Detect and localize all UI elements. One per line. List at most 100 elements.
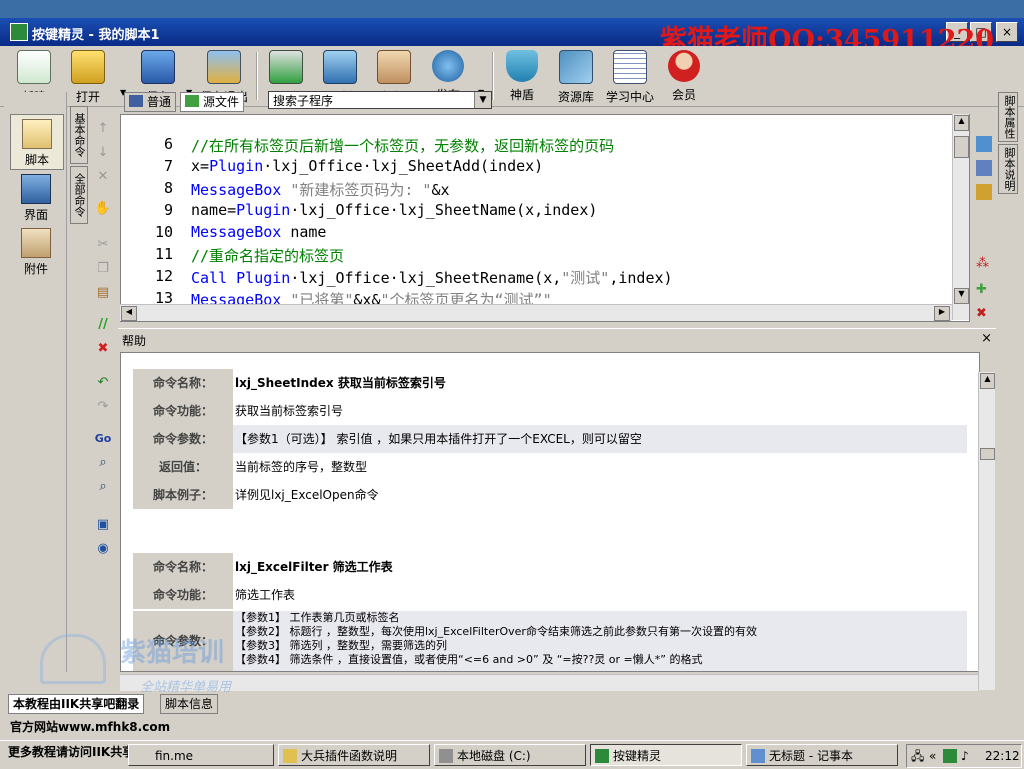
help-vertical-scrollbar[interactable]: ▲ — [978, 372, 995, 690]
source-view-icon — [185, 95, 199, 107]
add-icon[interactable]: ✚ — [976, 282, 987, 297]
tab-script-info[interactable]: 脚本信息 — [160, 694, 219, 714]
replace-icon[interactable]: ⌕ — [94, 478, 112, 496]
copy-icon[interactable]: ❐ — [94, 260, 112, 278]
cut-icon[interactable]: ✂ — [94, 236, 112, 254]
remove-icon[interactable]: ✖ — [976, 306, 987, 321]
line-number-gutter: 67891011121314 — [121, 115, 177, 321]
nav-script[interactable]: 脚本 — [10, 114, 64, 170]
subroutine-search-combo[interactable]: 搜索子程序 ▼ — [268, 91, 492, 109]
code-token: Plugin — [236, 201, 291, 219]
script-icon — [22, 119, 52, 149]
nav-attachment[interactable]: 附件 — [10, 224, 62, 278]
comment-icon[interactable]: // — [94, 316, 112, 334]
code-token: ·lxj_Office·lxj_SheetRename(x, — [290, 269, 562, 287]
task-item[interactable]: 无标题 - 记事本 — [746, 744, 898, 766]
code-line[interactable]: //在所有标签页后新增一个标签页，无参数，返回新标签的页码 — [191, 135, 614, 156]
clock[interactable]: 22:12 — [985, 745, 1020, 767]
tab-basic-commands[interactable]: 基本命令 — [70, 106, 88, 164]
close-button[interactable]: × — [996, 22, 1018, 42]
overlay-website-text: 官方网站www.mfhk8.com — [10, 720, 171, 734]
tab-script-description[interactable]: 脚本说明 — [998, 144, 1018, 194]
network-icon[interactable]: 🖧 — [911, 745, 924, 767]
tools-icon[interactable] — [976, 184, 992, 200]
scroll-up-arrow[interactable]: ▲ — [980, 373, 995, 389]
undo-icon[interactable]: ↶ — [94, 374, 112, 392]
find-icon[interactable]: ⌕ — [94, 454, 112, 472]
tab-all-commands[interactable]: 全部命令 — [70, 166, 88, 224]
code-line[interactable]: //重命名指定的标签页 — [191, 245, 344, 266]
code-token: MessageBox — [191, 223, 291, 241]
code-token: //在所有标签页后新增一个标签页，无参数，返回新标签的页码 — [191, 137, 615, 155]
task-item-active[interactable]: 按键精灵 — [590, 744, 742, 766]
help-row: 命令名称： lxj_ExcelFilter 筛选工作表 — [133, 553, 967, 581]
code-token: MessageBox — [191, 181, 291, 199]
code-token: "新建标签页码为: " — [290, 181, 432, 199]
scroll-right-arrow[interactable]: ▶ — [934, 306, 950, 321]
view-eye-icon[interactable]: ◉ — [94, 540, 112, 558]
variables-icon[interactable]: ⁂ — [976, 256, 989, 271]
code-line[interactable]: MessageBox name — [191, 223, 326, 241]
goto-icon[interactable]: Go — [94, 430, 112, 448]
line-number: 12 — [154, 267, 173, 285]
disk-icon — [439, 749, 453, 763]
code-line[interactable]: Call Plugin·lxj_Office·lxj_SheetRename(x… — [191, 267, 673, 288]
line-number: 10 — [154, 223, 173, 241]
left-navigation: 脚本 界面 附件 — [4, 92, 67, 672]
learning-center-icon — [613, 50, 647, 84]
code-line[interactable]: x=Plugin·lxj_Office·lxj_SheetAdd(index) — [191, 157, 543, 175]
scroll-thumb[interactable] — [980, 448, 995, 460]
code-token: ·lxj_Office·lxj_SheetName(x,index) — [290, 201, 598, 219]
code-line[interactable]: name=Plugin·lxj_Office·lxj_SheetName(x,i… — [191, 201, 597, 219]
panel-icon[interactable] — [976, 136, 992, 152]
code-line[interactable]: MessageBox "新建标签页码为: "&x — [191, 179, 450, 200]
redo-icon[interactable]: ↷ — [94, 398, 112, 416]
tab-source[interactable]: 源文件 — [180, 92, 245, 112]
open-button[interactable]: 打开 — [64, 50, 112, 106]
help-content: 命令名称： lxj_SheetIndex 获取当前标签索引号 命令功能： 获取当… — [120, 352, 980, 672]
code-token: //重命名指定的标签页 — [191, 247, 345, 265]
code-token: x= — [191, 157, 210, 175]
chevron-down-icon[interactable]: ▼ — [474, 92, 491, 108]
task-item[interactable]: fin.me — [128, 744, 274, 766]
grab-hand-icon — [377, 50, 411, 84]
code-token: Call — [191, 269, 237, 287]
save-exit-icon — [207, 50, 241, 84]
editor-vertical-scrollbar[interactable]: ▲ ▼ — [952, 114, 969, 320]
code-token: &x — [431, 181, 450, 199]
uncomment-icon[interactable]: ✖ — [94, 340, 112, 358]
hand-icon[interactable]: ✋ — [94, 200, 112, 218]
expand-tray-icon[interactable]: « — [929, 745, 936, 767]
shield-icon — [506, 50, 538, 82]
editor-horizontal-scrollbar[interactable]: ◀ ▶ — [120, 304, 952, 321]
scroll-thumb[interactable] — [954, 136, 969, 158]
list-icon[interactable] — [976, 160, 992, 176]
task-item[interactable]: 本地磁盘 (C:) — [434, 744, 586, 766]
scroll-down-arrow[interactable]: ▼ — [954, 288, 969, 304]
command-title: lxj_SheetIndex 获取当前标签索引号 — [235, 376, 446, 390]
folder-icon — [283, 749, 297, 763]
tab-script-properties[interactable]: 脚本属性 — [998, 92, 1018, 142]
properties-icon[interactable]: ▣ — [94, 516, 112, 534]
move-up-icon[interactable]: ↑ — [94, 120, 112, 138]
code-editor[interactable]: 67891011121314 //在所有标签页后新增一个标签页，无参数，返回新标… — [120, 114, 970, 322]
paste-icon[interactable]: ▤ — [94, 284, 112, 302]
nav-interface[interactable]: 界面 — [10, 170, 62, 224]
scroll-left-arrow[interactable]: ◀ — [121, 306, 137, 321]
scroll-up-arrow[interactable]: ▲ — [954, 115, 969, 131]
delete-icon[interactable]: ✕ — [94, 168, 112, 186]
tab-tutorial[interactable]: 本教程由IIK共享吧翻录 — [8, 694, 145, 714]
app-tray-icon[interactable] — [943, 749, 957, 763]
move-down-icon[interactable]: ↓ — [94, 144, 112, 162]
help-close-button[interactable]: × — [981, 331, 992, 346]
open-folder-icon — [71, 50, 105, 84]
task-item[interactable]: 大兵插件函数说明 — [278, 744, 430, 766]
app-icon — [595, 749, 609, 763]
volume-icon[interactable]: ♪ — [961, 745, 969, 767]
line-number: 8 — [163, 179, 173, 197]
window-title: 按键精灵 - 我的脚本1 — [32, 28, 160, 43]
tab-normal[interactable]: 普通 — [124, 92, 177, 112]
line-number: 9 — [163, 201, 173, 219]
help-row: 命令名称： lxj_SheetIndex 获取当前标签索引号 — [133, 369, 967, 397]
code-token: ,index) — [609, 269, 673, 287]
